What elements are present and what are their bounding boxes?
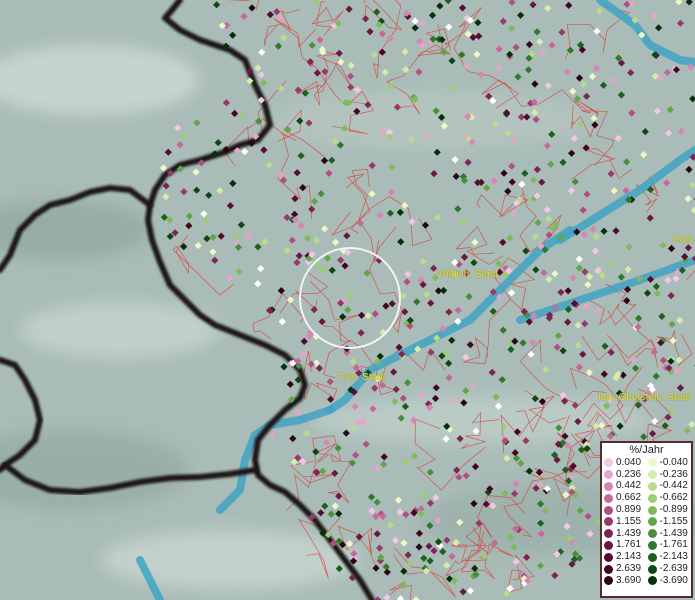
legend-positive-column: 0.040 0.236 0.442 0.662 0.899 1.155 1.439 1.761… <box>604 457 648 587</box>
legend-swatch-icon <box>647 493 657 503</box>
negative-legend-row: -0.899 <box>647 504 692 516</box>
legend-swatch-icon <box>604 552 613 562</box>
map-canvas[interactable] <box>0 0 695 600</box>
legend-value: -2.639 <box>659 563 688 575</box>
legend-swatch-icon <box>647 481 657 491</box>
legend-value: 1.439 <box>616 527 642 539</box>
legend-swatch-icon <box>604 529 613 539</box>
negative-legend-row: -0.442 <box>647 480 692 493</box>
legend-value: 1.761 <box>616 539 642 551</box>
legend-value: 0.442 <box>616 480 642 492</box>
legend-swatch-icon <box>647 517 657 527</box>
legend-swatch-icon <box>647 576 657 586</box>
negative-legend-row: -1.761 <box>647 539 692 552</box>
positive-legend-row: 1.155 <box>604 516 648 528</box>
legend-swatch-icon <box>647 470 657 480</box>
city-label-trier: Trier, Stadt <box>337 372 386 383</box>
legend-swatch-icon <box>604 481 613 491</box>
legend-swatch-icon <box>647 505 657 515</box>
positive-legend-row: 2.143 <box>604 551 648 563</box>
legend-value: -1.761 <box>659 539 688 551</box>
legend-value: -2.143 <box>659 551 688 563</box>
legend-value: -0.442 <box>659 480 688 492</box>
legend-swatch-icon <box>647 540 657 550</box>
legend-swatch-icon <box>604 517 613 527</box>
legend-value: -0.040 <box>659 456 688 468</box>
legend-value: 0.236 <box>616 468 642 480</box>
legend-value: 3.690 <box>616 574 642 586</box>
legend: %/Jahr 0.040 0.236 0.442 0.662 0.899 1.155 1.4… <box>600 441 693 598</box>
city-label-kast: Kast <box>673 234 694 245</box>
positive-legend-row: 0.899 <box>604 504 648 516</box>
positive-legend-row: 1.439 <box>604 528 648 540</box>
legend-value: -1.155 <box>659 515 688 527</box>
legend-value: 2.143 <box>616 551 642 563</box>
negative-legend-row: -1.155 <box>647 515 692 528</box>
legend-swatch-icon <box>604 505 613 515</box>
positive-legend-row: 0.040 <box>604 457 648 469</box>
legend-swatch-icon <box>604 576 613 586</box>
positive-legend-row: 0.236 <box>604 469 648 481</box>
legend-swatch-icon <box>647 529 657 539</box>
legend-title: %/Jahr <box>629 444 664 456</box>
legend-swatch-icon <box>604 458 613 468</box>
legend-value: 0.899 <box>616 504 642 516</box>
legend-value: 0.662 <box>616 492 642 504</box>
legend-negative-column: -0.040 -0.236 -0.442 -0.662 -0.899 -1.155 -1.4… <box>647 456 692 587</box>
legend-swatch-icon <box>604 564 613 574</box>
legend-swatch-icon <box>604 540 613 550</box>
legend-value: 2.639 <box>616 563 642 575</box>
legend-swatch-icon <box>604 493 613 503</box>
positive-legend-row: 1.761 <box>604 540 648 552</box>
legend-value: -0.236 <box>659 468 688 480</box>
legend-value: -0.899 <box>659 504 688 516</box>
legend-swatch-icon <box>647 458 657 468</box>
negative-legend-row: -3.690 <box>647 574 692 587</box>
legend-value: 1.155 <box>616 515 642 527</box>
positive-legend-row: 0.442 <box>604 481 648 493</box>
negative-legend-row: -2.639 <box>647 563 692 575</box>
legend-swatch-icon <box>647 564 657 574</box>
legend-value: -3.690 <box>659 574 688 586</box>
legend-value: -1.439 <box>659 527 688 539</box>
negative-legend-row: -1.439 <box>647 527 692 540</box>
negative-legend-row: -2.143 <box>647 551 692 563</box>
city-label-wittlich: Wittlich, Stadt <box>437 269 499 280</box>
positive-legend-row: 0.662 <box>604 492 648 504</box>
legend-swatch-icon <box>647 552 657 562</box>
negative-legend-row: -0.040 <box>647 456 692 469</box>
negative-legend-row: -0.662 <box>647 492 692 504</box>
positive-legend-row: 2.639 <box>604 563 648 575</box>
legend-value: -0.662 <box>659 492 688 504</box>
legend-swatch-icon <box>604 470 613 480</box>
legend-value: 0.040 <box>616 456 642 468</box>
negative-legend-row: -0.236 <box>647 468 692 481</box>
positive-legend-row: 3.690 <box>604 575 648 587</box>
city-label-idar-oberstein: Idar-Oberstein, Stadt <box>598 392 691 403</box>
